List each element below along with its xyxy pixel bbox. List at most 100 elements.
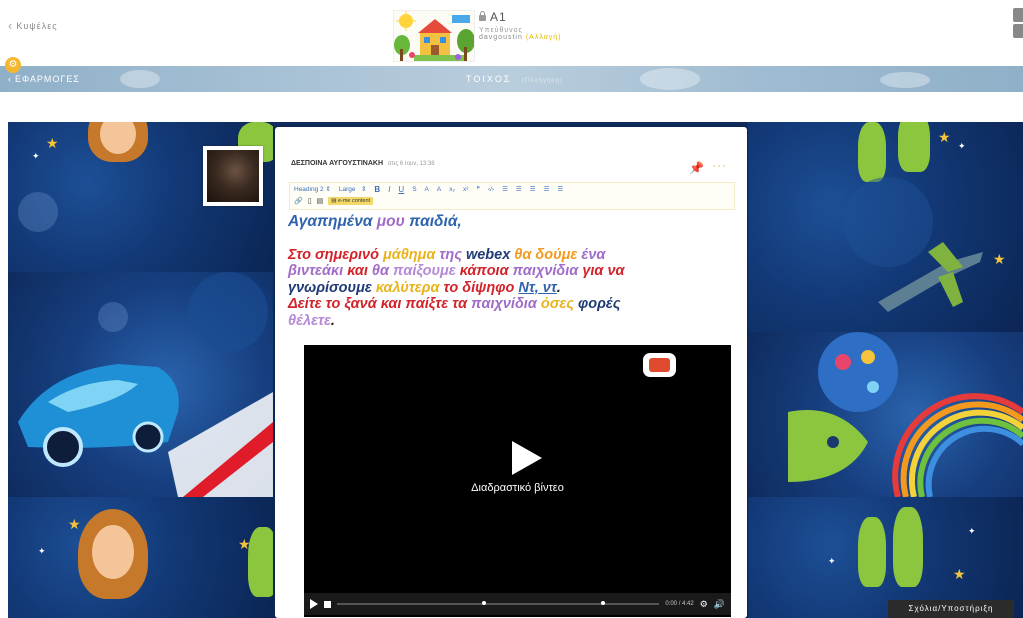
text-run: ένα <box>581 246 606 263</box>
ordered-list-button[interactable]: ☰ <box>502 185 508 193</box>
owner-change-link[interactable]: (Αλλαγή) <box>526 34 562 41</box>
class-name-text: A1 <box>490 10 507 24</box>
text-run: θα δούμε <box>514 246 582 263</box>
school-drawing-icon <box>394 11 474 61</box>
cloud-decoration <box>120 70 160 88</box>
underline-button[interactable]: U <box>398 185 404 194</box>
text-run: Δείτε <box>288 296 326 312</box>
post-author: ΔΕΣΠΟΙΝΑ ΑΥΓΟΥΣΤΙΝΑΚΗ στις 6 Ιουν, 13:38 <box>291 160 435 167</box>
size-select[interactable]: Large ⇕ <box>339 185 367 193</box>
heading-value: Heading 2 <box>294 186 324 193</box>
text-run: της <box>439 246 466 263</box>
owner-name: davgoustin <box>479 34 523 41</box>
face-decoration <box>92 525 134 579</box>
page: ‹ Κυψέλες A1 Υπεύθυνος davgoustin (Αλλαγ… <box>0 0 1023 618</box>
text-run: μάθημα <box>382 246 440 263</box>
superscript-button[interactable]: x² <box>463 186 468 193</box>
avatar[interactable] <box>203 146 263 206</box>
stop-icon[interactable] <box>324 600 331 608</box>
file-icon[interactable]: ▯ <box>308 197 312 205</box>
interaction-marker[interactable] <box>482 601 487 605</box>
play-button[interactable] <box>512 441 542 475</box>
wall-tile: ★ ✦ ★ <box>8 497 273 618</box>
align-right-button[interactable]: ☰ <box>557 185 563 193</box>
eme-content-button[interactable]: ▤ e-me content <box>328 197 374 205</box>
video-time-total: / 4:42 <box>678 601 694 607</box>
unordered-list-button[interactable]: ☰ <box>516 185 522 193</box>
star-icon: ✦ <box>828 556 836 566</box>
airplane-icon <box>843 177 983 312</box>
text-run: ξανά <box>344 296 381 312</box>
subscript-button[interactable]: x₂ <box>449 186 455 193</box>
wall-title: ΤΟΙΧΟΣ (Πλοήγηση) <box>466 74 563 84</box>
rainbow-icon <box>788 332 1023 497</box>
class-info: A1 Υπεύθυνος davgoustin (Αλλαγή) <box>479 10 561 41</box>
text-run: παίξουμε <box>393 263 460 279</box>
heading-select[interactable]: Heading 2 ⇕ <box>294 185 331 193</box>
gear-icon[interactable]: ⚙ <box>5 57 21 73</box>
highlight-button[interactable]: A <box>425 186 429 193</box>
more-options-icon[interactable]: ··· <box>712 158 727 172</box>
pin-decoration <box>893 507 923 587</box>
racing-car-icon <box>18 272 273 497</box>
wall-tile <box>748 332 1023 497</box>
pin-icon[interactable]: 📌 <box>689 161 704 175</box>
strike-button[interactable]: S <box>412 186 416 193</box>
class-logo[interactable] <box>393 10 475 62</box>
text-run: παίξτε <box>405 296 453 312</box>
class-name: A1 <box>479 10 561 24</box>
chevron-left-icon: ‹ <box>8 74 12 84</box>
back-label: Κυψέλες <box>16 20 58 31</box>
star-icon: ✦ <box>968 526 976 536</box>
text-color-button[interactable]: A <box>437 186 441 193</box>
post-body: Αγαπημένα μου παιδιά, Στο σημερινό μάθημ… <box>288 213 734 329</box>
editor-toolbar: Heading 2 ⇕ Large ⇕ B I U S A A x₂ x² ❞ … <box>289 182 735 210</box>
align-left-button[interactable]: ☰ <box>530 185 536 193</box>
play-icon[interactable] <box>310 599 318 609</box>
bubble-decoration <box>98 302 128 332</box>
video-controls: 0:00 / 4:42 ⚙ 🔊 <box>304 593 731 615</box>
text-run: καλύτερα <box>375 279 444 296</box>
text-run: τα <box>452 296 472 312</box>
text-run: γνωρίσουμε <box>288 279 376 296</box>
post-greeting: Αγαπημένα μου παιδιά, <box>288 213 734 231</box>
link-icon[interactable]: 🔗 <box>294 197 303 205</box>
text-run: θα <box>371 263 394 279</box>
text-run: Στο <box>288 246 316 263</box>
text-run: βιντεάκι <box>288 263 348 279</box>
notification-icon[interactable] <box>1013 8 1023 22</box>
text-run: μου <box>376 213 410 230</box>
align-center-button[interactable]: ☰ <box>544 185 550 193</box>
video-time-current: 0:00 <box>665 601 678 607</box>
interactive-video[interactable]: Διαδραστικό βίντεο 0:00 / 4:42 ⚙ 🔊 <box>304 345 731 617</box>
post-card: ΔΕΣΠΟΙΝΑ ΑΥΓΟΥΣΤΙΝΑΚΗ στις 6 Ιουν, 13:38… <box>275 127 747 618</box>
video-seek-bar[interactable] <box>337 601 660 605</box>
text-run: παιχνίδια <box>471 296 541 312</box>
interaction-marker[interactable] <box>601 601 606 605</box>
apps-link[interactable]: ‹ ΕΦΑΡΜΟΓΕΣ <box>8 74 80 84</box>
settings-icon[interactable]: ⚙ <box>700 599 708 610</box>
post-line-2: βιντεάκι και θα παίξουμε κάποια παιχνίδι… <box>288 263 734 280</box>
volume-icon[interactable]: 🔊 <box>714 599 725 610</box>
video-caption: Διαδραστικό βίντεο <box>471 482 564 494</box>
comments-support-button[interactable]: Σχόλια/Υποστήριξη <box>888 600 1014 618</box>
quote-button[interactable]: ❞ <box>476 185 480 193</box>
post-line-4: Δείτε το ξανά και παίξτε τα παιχνίδια όσ… <box>288 296 734 313</box>
text-run: το <box>443 279 463 296</box>
text-run: φορές <box>578 296 621 312</box>
back-to-hives-link[interactable]: ‹ Κυψέλες <box>8 18 58 33</box>
bold-button[interactable]: B <box>374 185 380 194</box>
video-time: 0:00 / 4:42 <box>665 601 693 607</box>
table-icon[interactable]: ▤ <box>317 197 324 205</box>
star-icon: ★ <box>953 566 966 582</box>
code-button[interactable]: ‹/› <box>488 186 494 193</box>
text-run: σημερινό <box>315 246 383 263</box>
post-line-1: Στο σημερινό μάθημα της webex θα δούμε έ… <box>288 247 734 264</box>
post-author-name: ΔΕΣΠΟΙΝΑ ΑΥΓΟΥΣΤΙΝΑΚΗ <box>291 160 383 167</box>
expand-icon[interactable] <box>1013 24 1023 38</box>
text-run: webex <box>465 246 515 263</box>
size-value: Large <box>338 186 356 193</box>
cloud-decoration <box>880 72 930 88</box>
italic-button[interactable]: I <box>388 185 390 194</box>
text-run: παιχνίδια <box>512 263 583 279</box>
